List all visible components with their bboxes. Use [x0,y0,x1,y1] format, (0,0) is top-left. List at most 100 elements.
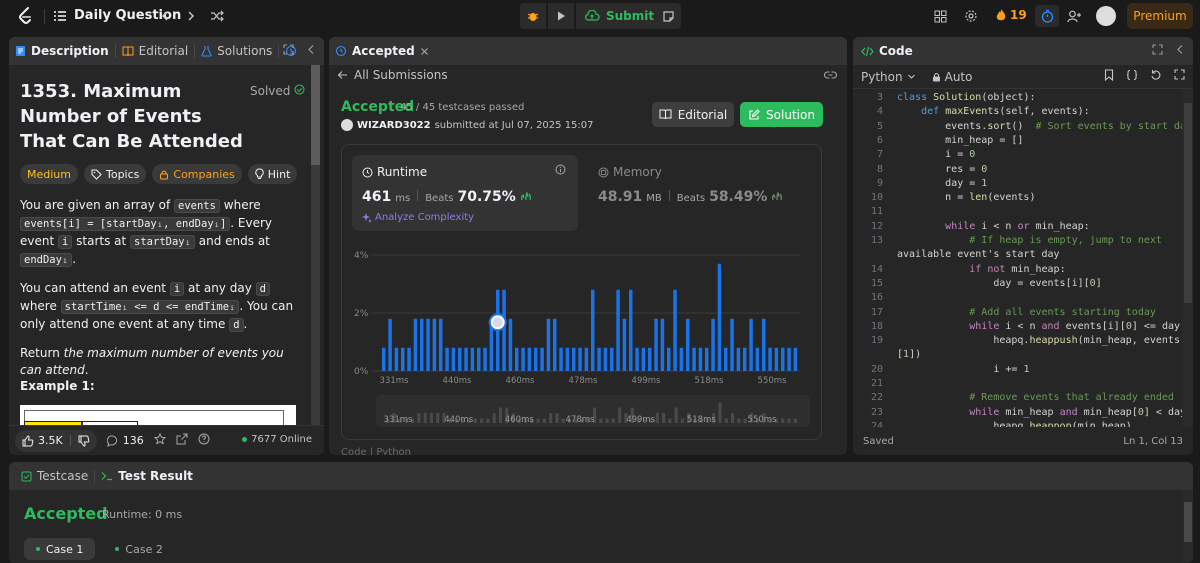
memory-metric[interactable]: Memory 48.91 MB Beats 58.49% [588,155,814,231]
chart-bar[interactable] [458,347,462,371]
chart-bar[interactable] [572,347,576,371]
tab-accepted[interactable]: Accepted [329,37,435,65]
premium-button[interactable]: Premium [1127,3,1193,29]
gear-icon[interactable] [962,7,980,25]
code-line[interactable]: 19 heapq.heappush(min_heap, events[i] [853,335,1193,349]
chart-bar[interactable] [648,347,652,371]
chart-bar[interactable] [705,347,709,371]
chart-bar[interactable] [781,347,785,371]
problem-list-icon[interactable] [53,9,67,23]
console-scrollbar[interactable] [1183,490,1193,563]
tab-solutions[interactable]: Solutions [195,37,278,65]
chart-bar[interactable] [502,289,506,371]
shuffle-icon[interactable] [208,7,226,25]
chart-bar[interactable] [388,318,392,371]
chart-bar[interactable] [565,347,570,371]
chart-bar[interactable] [635,347,639,371]
chart-bar[interactable] [610,347,614,371]
chart-bar[interactable] [591,289,595,371]
scrollbar-thumb[interactable] [1184,502,1192,542]
close-icon[interactable] [420,47,429,56]
link-icon[interactable] [824,69,837,83]
problem-title[interactable]: 1353. Maximum Number of Events That Can … [20,79,245,154]
code-line[interactable]: 13 # If heap is empty, jump to next [853,235,1193,249]
chart-bar[interactable] [394,347,399,371]
topics-tag[interactable]: Topics [83,164,147,184]
code-line[interactable]: 12 while i < n or min_heap: [853,221,1193,235]
scrollbar-thumb[interactable] [311,65,320,165]
chart-bar[interactable] [616,289,620,371]
chart-bar[interactable] [477,347,481,371]
chart-bar[interactable] [382,347,386,371]
chart-bar[interactable] [401,347,405,371]
chart-bar[interactable] [667,347,671,371]
code-line[interactable]: 7 i = 0 [853,149,1193,163]
code-line[interactable]: 18 while i < n and events[i][0] <= day: [853,321,1193,335]
bookmark-icon[interactable] [1104,69,1114,81]
debug-button[interactable] [520,3,546,29]
code-line[interactable]: 3 class Solution(object): [853,92,1193,106]
auto-mode[interactable]: Auto [932,70,972,84]
chart-bar[interactable] [774,347,779,371]
collapse-right-icon[interactable] [1175,44,1185,55]
streak-counter[interactable]: 19 [995,8,1027,22]
thumbs-down-icon[interactable] [78,435,90,447]
fullscreen-icon[interactable] [1174,69,1185,80]
runtime-metric[interactable]: Runtime 461 ms Beats 70.75% Analyze Comp… [352,155,578,231]
chart-bar[interactable] [711,318,715,371]
chart-bar[interactable] [762,318,766,371]
chart-bar[interactable] [413,318,418,371]
maximize-icon[interactable] [283,44,294,55]
chart-bar[interactable] [432,318,437,371]
chart-bar[interactable] [755,347,760,371]
code-line[interactable]: [1]) [853,349,1193,363]
code-line[interactable]: 20 i += 1 [853,364,1193,378]
tab-testcase[interactable]: Testcase [15,462,94,490]
code-line[interactable]: 9 day = 1 [853,178,1193,192]
chart-bar[interactable] [464,347,468,371]
chart-bar[interactable] [622,318,627,371]
chart-bar[interactable] [603,347,608,371]
tab-editorial[interactable]: Editorial [116,37,195,65]
chart-bar[interactable] [578,347,582,371]
chart-bar[interactable] [470,347,475,371]
code-line[interactable]: 4 def maxEvents(self, events): [853,106,1193,120]
chevron-left-icon[interactable] [156,7,174,25]
code-line[interactable]: available event's start day [853,249,1193,263]
code-line[interactable]: 8 res = 0 [853,164,1193,178]
chart-bar[interactable] [724,347,728,371]
code-line[interactable]: 14 if not min_heap: [853,264,1193,278]
chart-bar[interactable] [515,347,519,371]
chart-bar[interactable] [787,347,791,371]
chart-bar[interactable] [553,318,557,371]
chart-bar[interactable] [768,347,772,371]
user-avatar[interactable] [1096,6,1116,26]
language-select[interactable]: Python [861,70,916,84]
help-icon[interactable] [198,433,210,448]
chart-bar[interactable] [679,347,684,371]
analyze-complexity-link[interactable]: Analyze Complexity [362,212,474,223]
chart-bar[interactable] [521,347,525,371]
run-button[interactable] [548,3,574,29]
notes-button[interactable] [655,3,681,29]
case-tab-1[interactable]: Case 1 [24,538,96,560]
code-line[interactable]: 17 # Add all events starting today [853,307,1193,321]
tab-description[interactable]: Description [9,37,115,65]
code-line[interactable]: 21 [853,378,1193,392]
maximize-icon[interactable] [1152,44,1163,55]
code-line[interactable]: 23 while min_heap and min_heap[0] < day: [853,407,1193,421]
chart-bar[interactable] [559,347,563,371]
author-name[interactable]: WIZARD3022 [357,120,431,131]
description-scrollbar[interactable] [311,65,320,425]
chart-bar[interactable] [793,347,798,371]
chart-bar[interactable] [584,347,589,371]
chart-bar[interactable] [483,347,487,371]
editor-scrollbar[interactable] [1182,89,1193,427]
chart-bar[interactable] [534,347,538,371]
chart-bar[interactable] [698,347,703,371]
code-line[interactable]: 11 [853,206,1193,220]
chart-bar[interactable] [540,347,544,371]
chart-bar[interactable] [439,318,443,371]
chart-bar[interactable] [420,318,424,371]
chevron-right-icon[interactable] [182,7,200,25]
